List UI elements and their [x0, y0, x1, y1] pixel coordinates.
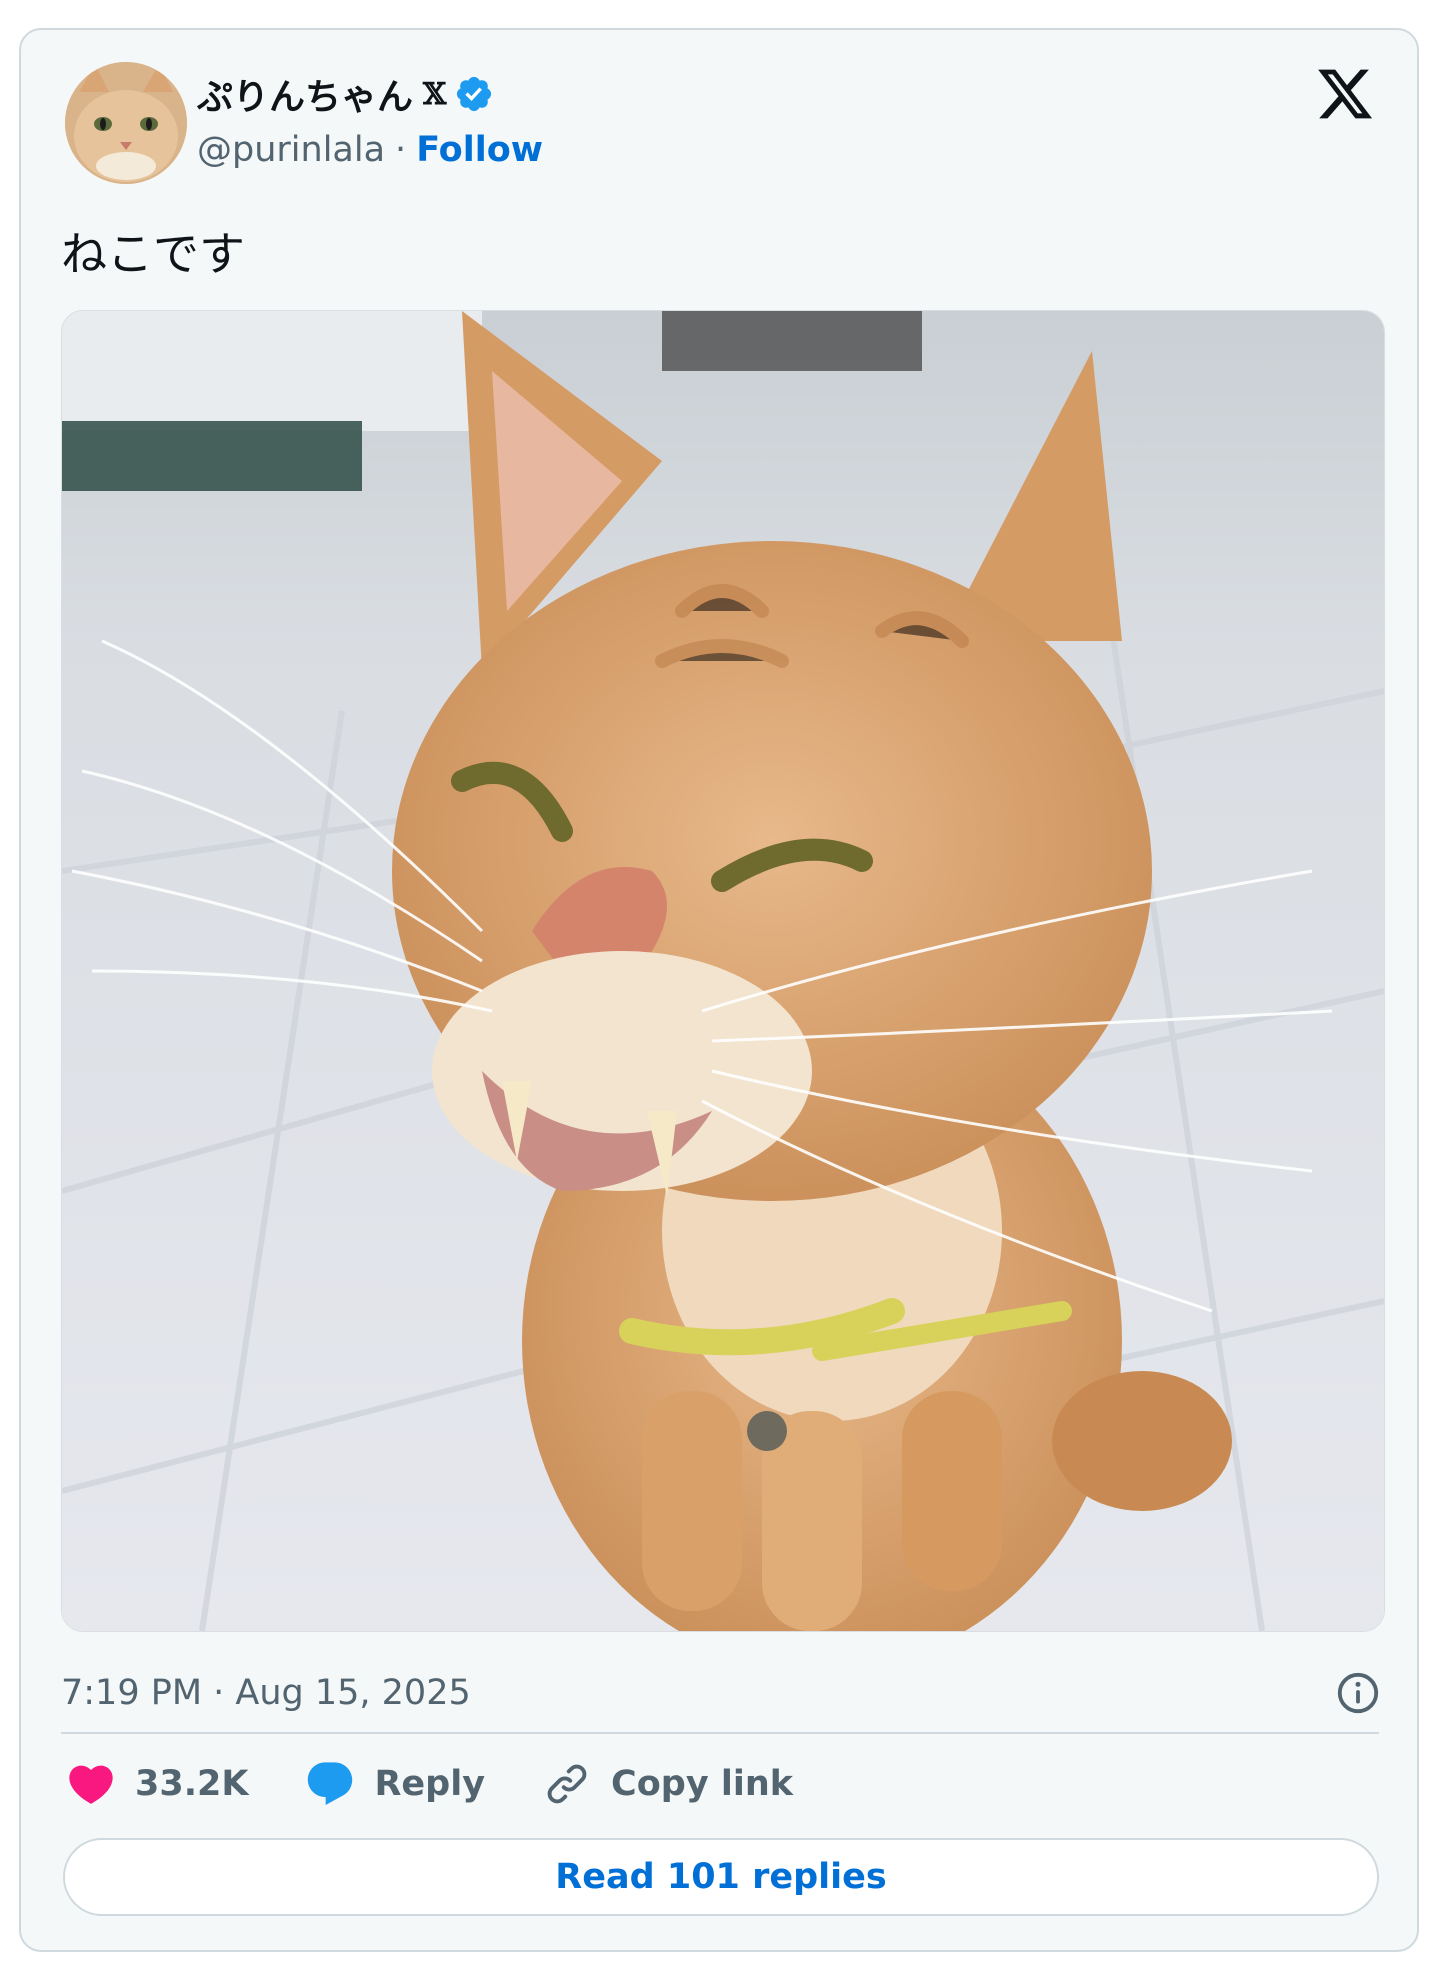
x-logo-icon[interactable]: [1315, 64, 1375, 124]
avatar-cat-image: [65, 62, 187, 184]
author-display-name[interactable]: ぷりんちゃん: [197, 68, 413, 120]
reply-label: Reply: [374, 1764, 486, 1804]
cat-photo-image: [62, 311, 1384, 1631]
divider: [61, 1732, 1379, 1734]
heart-icon: [69, 1765, 113, 1804]
reply-button[interactable]: Reply: [304, 1758, 485, 1810]
tweet-embed-card: ぷりんちゃん 𝕏 @purinlala · Follow ねこです 7:19 P…: [19, 28, 1419, 1952]
like-count: 33.2K: [135, 1764, 249, 1804]
verified-badge-icon: [454, 74, 494, 114]
info-icon[interactable]: [1335, 1670, 1381, 1716]
copy-link-label: Copy link: [611, 1764, 794, 1804]
copy-link-button[interactable]: Copy link: [541, 1758, 793, 1810]
affiliate-badge-icon: 𝕏: [423, 76, 447, 112]
author-handle[interactable]: @purinlala: [197, 130, 385, 170]
avatar[interactable]: [65, 62, 187, 184]
tweet-timestamp[interactable]: 7:19 PM · Aug 15, 2025: [61, 1673, 471, 1713]
speech-bubble-icon: [308, 1762, 353, 1806]
tweet-actions-bar: 33.2K Reply Copy link: [65, 1758, 849, 1810]
tweet-photo[interactable]: [61, 310, 1385, 1632]
timestamp-row: 7:19 PM · Aug 15, 2025: [61, 1670, 1381, 1716]
author-handle-row: @purinlala · Follow: [197, 130, 543, 170]
read-replies-button[interactable]: Read 101 replies: [63, 1838, 1379, 1916]
tweet-text: ねこです: [61, 227, 245, 281]
follow-button[interactable]: Follow: [416, 130, 543, 170]
link-icon: [547, 1764, 587, 1804]
separator-dot: ·: [395, 130, 407, 170]
author-name-row: ぷりんちゃん 𝕏: [197, 68, 494, 120]
like-button[interactable]: 33.2K: [65, 1758, 248, 1810]
